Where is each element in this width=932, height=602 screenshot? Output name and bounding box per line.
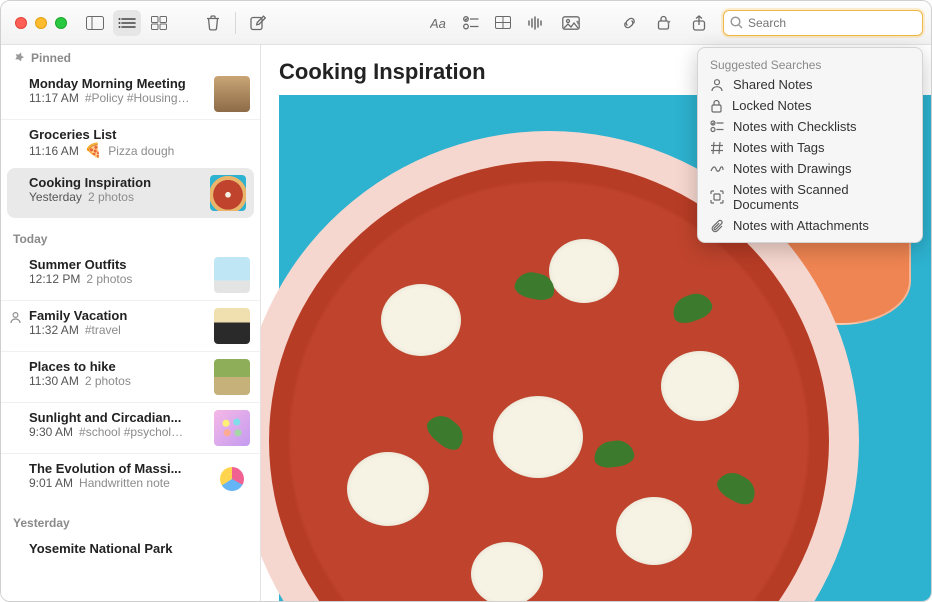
lock-icon	[710, 99, 723, 113]
suggested-scanned[interactable]: Notes with Scanned Documents	[698, 179, 922, 215]
section-label: Yesterday	[13, 516, 70, 530]
note-time: 9:30 AM	[29, 425, 73, 439]
checklist-icon	[710, 120, 724, 133]
chevron-down-icon: ▾	[576, 18, 580, 27]
search-input[interactable]	[748, 16, 916, 30]
note-time: 11:32 AM	[29, 323, 79, 337]
dropdown-label: Notes with Tags	[733, 140, 825, 155]
toggle-sidebar-button[interactable]	[81, 10, 109, 36]
pizza-icon: 🍕	[85, 142, 102, 159]
note-row[interactable]: The Evolution of Massi... 9:01 AM Handwri…	[1, 453, 260, 504]
suggested-checklists[interactable]: Notes with Checklists	[698, 116, 922, 137]
note-time: Yesterday	[29, 190, 82, 204]
paperclip-icon	[710, 219, 724, 233]
titlebar: Aa ▾ ▾	[1, 1, 931, 45]
note-row-selected[interactable]: Cooking Inspiration Yesterday 2 photos	[7, 168, 254, 218]
gallery-view-button[interactable]	[145, 10, 173, 36]
search-icon	[730, 16, 743, 29]
note-subtitle: #Policy #Housing…	[85, 91, 190, 105]
person-icon	[710, 78, 724, 92]
note-subtitle: #travel	[85, 323, 121, 337]
zoom-window-button[interactable]	[55, 17, 67, 29]
audio-button[interactable]	[521, 10, 549, 36]
note-subtitle: 2 photos	[85, 374, 131, 388]
note-thumbnail	[214, 461, 250, 497]
pin-icon	[13, 52, 25, 64]
note-title: Summer Outfits	[29, 257, 206, 272]
dropdown-label: Notes with Attachments	[733, 218, 869, 233]
note-title: Groceries List	[29, 127, 250, 142]
note-time: 12:12 PM	[29, 272, 80, 286]
dropdown-label: Locked Notes	[732, 98, 812, 113]
minimize-window-button[interactable]	[35, 17, 47, 29]
note-thumbnail	[214, 257, 250, 293]
note-time: 11:17 AM	[29, 91, 79, 105]
scribble-icon	[710, 162, 724, 176]
note-thumbnail	[214, 410, 250, 446]
note-subtitle: Handwritten note	[79, 476, 170, 490]
suggested-attachments[interactable]: Notes with Attachments	[698, 215, 922, 236]
note-title: Places to hike	[29, 359, 206, 374]
note-subtitle: 2 photos	[88, 190, 134, 204]
dropdown-header: Suggested Searches	[698, 54, 922, 74]
dropdown-label: Shared Notes	[733, 77, 813, 92]
suggested-locked-notes[interactable]: Locked Notes	[698, 95, 922, 116]
link-button[interactable]	[615, 10, 643, 36]
note-row[interactable]: Sunlight and Circadian... 9:30 AM #school…	[1, 402, 260, 453]
share-button[interactable]	[685, 10, 713, 36]
section-label: Pinned	[31, 51, 71, 65]
shared-icon	[9, 311, 22, 327]
media-button[interactable]: ▾	[553, 10, 589, 36]
note-row[interactable]: Monday Morning Meeting 11:17 AM #Policy #…	[1, 69, 260, 119]
delete-note-button[interactable]	[199, 10, 227, 36]
note-title: Family Vacation	[29, 308, 206, 323]
note-title: Sunlight and Circadian...	[29, 410, 206, 425]
note-title: Cooking Inspiration	[29, 175, 202, 190]
section-header-pinned: Pinned	[1, 45, 260, 69]
format-button[interactable]: Aa	[425, 10, 453, 36]
note-title: Yosemite National Park	[29, 541, 250, 556]
suggested-tags[interactable]: Notes with Tags	[698, 137, 922, 158]
suggested-searches-dropdown: Suggested Searches Shared Notes Locked N…	[697, 47, 923, 243]
note-thumbnail	[210, 175, 246, 211]
notes-list[interactable]: Pinned Monday Morning Meeting 11:17 AM #P…	[1, 45, 261, 601]
note-row[interactable]: Yosemite National Park	[1, 534, 260, 563]
close-window-button[interactable]	[15, 17, 27, 29]
dropdown-label: Notes with Scanned Documents	[733, 182, 910, 212]
note-row[interactable]: Family Vacation 11:32 AM #travel	[1, 300, 260, 351]
section-header-yesterday: Yesterday	[1, 510, 260, 534]
note-row[interactable]: Places to hike 11:30 AM 2 photos	[1, 351, 260, 402]
search-field[interactable]	[723, 10, 923, 36]
scan-icon	[710, 190, 724, 204]
note-row[interactable]: Groceries List 11:16 AM 🍕 Pizza dough	[1, 119, 260, 166]
note-subtitle: #school #psychol…	[79, 425, 183, 439]
notes-window: Aa ▾ ▾	[0, 0, 932, 602]
note-title: Monday Morning Meeting	[29, 76, 206, 91]
new-note-button[interactable]	[244, 10, 272, 36]
section-label: Today	[13, 232, 47, 246]
lock-button[interactable]: ▾	[647, 10, 681, 36]
checklist-button[interactable]	[457, 10, 485, 36]
window-controls	[9, 17, 67, 29]
section-header-today: Today	[1, 226, 260, 250]
suggested-drawings[interactable]: Notes with Drawings	[698, 158, 922, 179]
hash-icon	[710, 141, 724, 155]
suggested-shared-notes[interactable]: Shared Notes	[698, 74, 922, 95]
note-time: 9:01 AM	[29, 476, 73, 490]
note-thumbnail	[214, 308, 250, 344]
table-button[interactable]	[489, 10, 517, 36]
dropdown-label: Notes with Checklists	[733, 119, 857, 134]
list-view-button[interactable]	[113, 10, 141, 36]
svg-text:Aa: Aa	[430, 16, 446, 30]
note-time: 11:16 AM	[29, 144, 79, 158]
note-time: 11:30 AM	[29, 374, 79, 388]
chevron-down-icon: ▾	[666, 18, 670, 27]
note-subtitle: Pizza dough	[108, 144, 174, 158]
note-thumbnail	[214, 76, 250, 112]
note-thumbnail	[214, 359, 250, 395]
note-subtitle: 2 photos	[86, 272, 132, 286]
note-title: The Evolution of Massi...	[29, 461, 206, 476]
note-row[interactable]: Summer Outfits 12:12 PM 2 photos	[1, 250, 260, 300]
dropdown-label: Notes with Drawings	[733, 161, 852, 176]
